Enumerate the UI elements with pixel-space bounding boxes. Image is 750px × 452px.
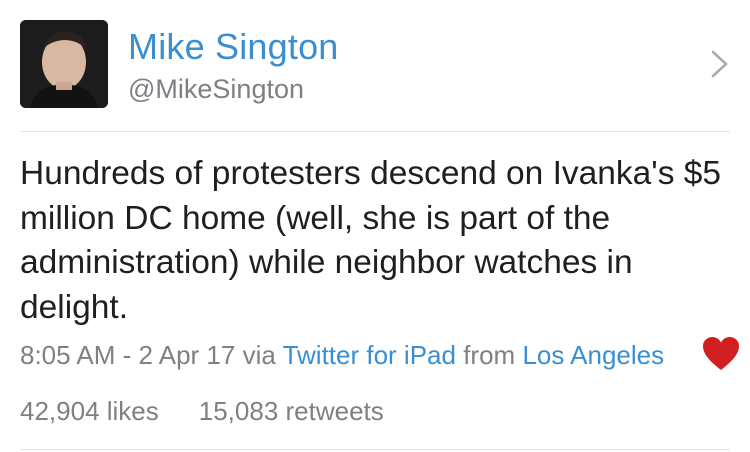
chevron-right-icon[interactable] <box>702 44 736 84</box>
tweet-timestamp: 8:05 AM - 2 Apr 17 <box>20 340 236 370</box>
avatar-image <box>20 20 108 108</box>
retweets-count[interactable]: 15,083 retweets <box>199 396 384 426</box>
source-link[interactable]: Twitter for iPad <box>283 340 456 370</box>
tweet-text: Hundreds of protesters descend on Ivanka… <box>20 155 722 326</box>
likes-count[interactable]: 42,904 likes <box>20 396 159 426</box>
divider <box>20 449 730 450</box>
via-label: via <box>235 340 283 370</box>
display-name[interactable]: Mike Sington <box>128 26 339 68</box>
tweet-meta: 8:05 AM - 2 Apr 17 via Twitter for iPad … <box>20 340 740 371</box>
user-handle[interactable]: @MikeSington <box>128 74 304 105</box>
avatar[interactable] <box>20 20 108 108</box>
divider <box>20 131 730 132</box>
from-label: from <box>455 340 523 370</box>
heart-icon[interactable] <box>702 336 740 372</box>
location-link[interactable]: Los Angeles <box>522 340 664 370</box>
tweet-stats: 42,904 likes 15,083 retweets <box>20 396 384 427</box>
